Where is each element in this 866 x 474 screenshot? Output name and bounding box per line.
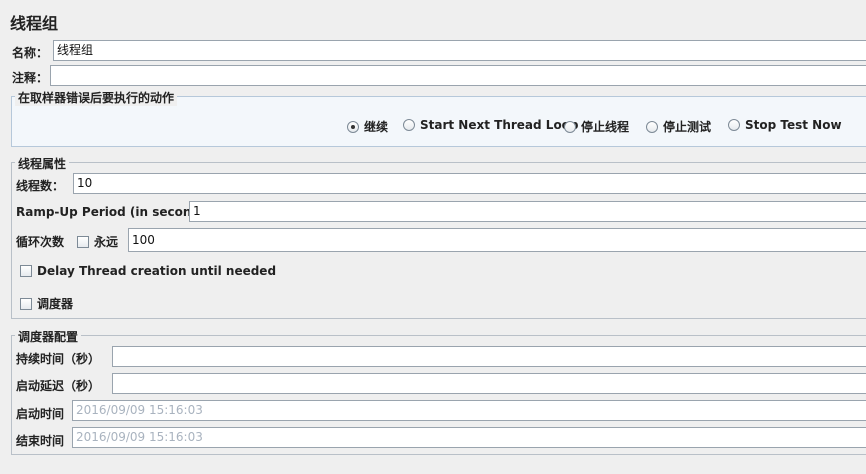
start-time-input[interactable]: 2016/09/09 15:16:03 bbox=[72, 400, 866, 421]
delay-thread-creation-label: Delay Thread creation until needed bbox=[37, 264, 277, 278]
radio-stop-test-indicator[interactable] bbox=[646, 120, 658, 133]
end-time-label: 结束时间 bbox=[16, 434, 65, 448]
thread-count-label: 线程数： bbox=[16, 179, 65, 193]
radio-stop-test-now[interactable]: Stop Test Now bbox=[728, 118, 842, 132]
loop-count-input[interactable]: 100 bbox=[128, 228, 866, 252]
ramp-up-label: Ramp-Up Period (in seconds): bbox=[16, 205, 218, 219]
radio-start-next-indicator[interactable] bbox=[403, 119, 415, 131]
scheduler-checkbox[interactable] bbox=[20, 297, 32, 310]
name-input[interactable]: 线程组 bbox=[53, 40, 866, 61]
scheduler-row[interactable]: 调度器 bbox=[20, 295, 73, 312]
duration-input[interactable] bbox=[112, 346, 866, 367]
loop-forever-checkbox-row[interactable]: 永远 bbox=[77, 233, 118, 250]
duration-label: 持续时间（秒） bbox=[16, 352, 101, 366]
delay-thread-creation-checkbox[interactable] bbox=[20, 265, 32, 277]
scheduler-label: 调度器 bbox=[37, 297, 74, 311]
error-action-legend: 在取样器错误后要执行的动作 bbox=[15, 89, 178, 106]
radio-stop-thread[interactable]: 停止线程 bbox=[564, 118, 629, 135]
radio-stop-test-now-indicator[interactable] bbox=[728, 119, 740, 131]
radio-continue[interactable]: 继续 bbox=[347, 118, 388, 135]
startup-delay-input[interactable] bbox=[112, 373, 866, 394]
thread-properties-legend: 线程属性 bbox=[15, 155, 70, 172]
comment-label: 注释： bbox=[12, 71, 49, 85]
radio-continue-label: 继续 bbox=[364, 120, 389, 134]
loop-forever-checkbox[interactable] bbox=[77, 235, 89, 248]
radio-stop-test-label: 停止测试 bbox=[663, 120, 712, 134]
start-time-label: 启动时间 bbox=[16, 407, 65, 421]
loop-forever-label: 永远 bbox=[94, 235, 119, 249]
radio-start-next-label: Start Next Thread Loop bbox=[420, 118, 579, 132]
radio-stop-test-now-label: Stop Test Now bbox=[745, 118, 842, 132]
comment-input[interactable] bbox=[50, 65, 866, 86]
startup-delay-label: 启动延迟（秒） bbox=[16, 379, 101, 393]
ramp-up-input[interactable]: 1 bbox=[189, 201, 866, 222]
radio-stop-thread-indicator[interactable] bbox=[564, 120, 576, 133]
delay-thread-creation-row[interactable]: Delay Thread creation until needed bbox=[20, 264, 276, 278]
radio-continue-indicator[interactable] bbox=[347, 120, 359, 133]
end-time-input[interactable]: 2016/09/09 15:16:03 bbox=[72, 427, 866, 448]
scheduler-config-legend: 调度器配置 bbox=[15, 328, 82, 345]
radio-stop-thread-label: 停止线程 bbox=[581, 120, 630, 134]
radio-start-next-thread-loop[interactable]: Start Next Thread Loop bbox=[403, 118, 579, 132]
thread-count-input[interactable]: 10 bbox=[73, 173, 866, 194]
panel-title: 线程组 bbox=[10, 14, 59, 33]
radio-stop-test[interactable]: 停止测试 bbox=[646, 118, 711, 135]
name-label: 名称： bbox=[12, 46, 49, 60]
loop-count-label: 循环次数 bbox=[16, 235, 65, 249]
